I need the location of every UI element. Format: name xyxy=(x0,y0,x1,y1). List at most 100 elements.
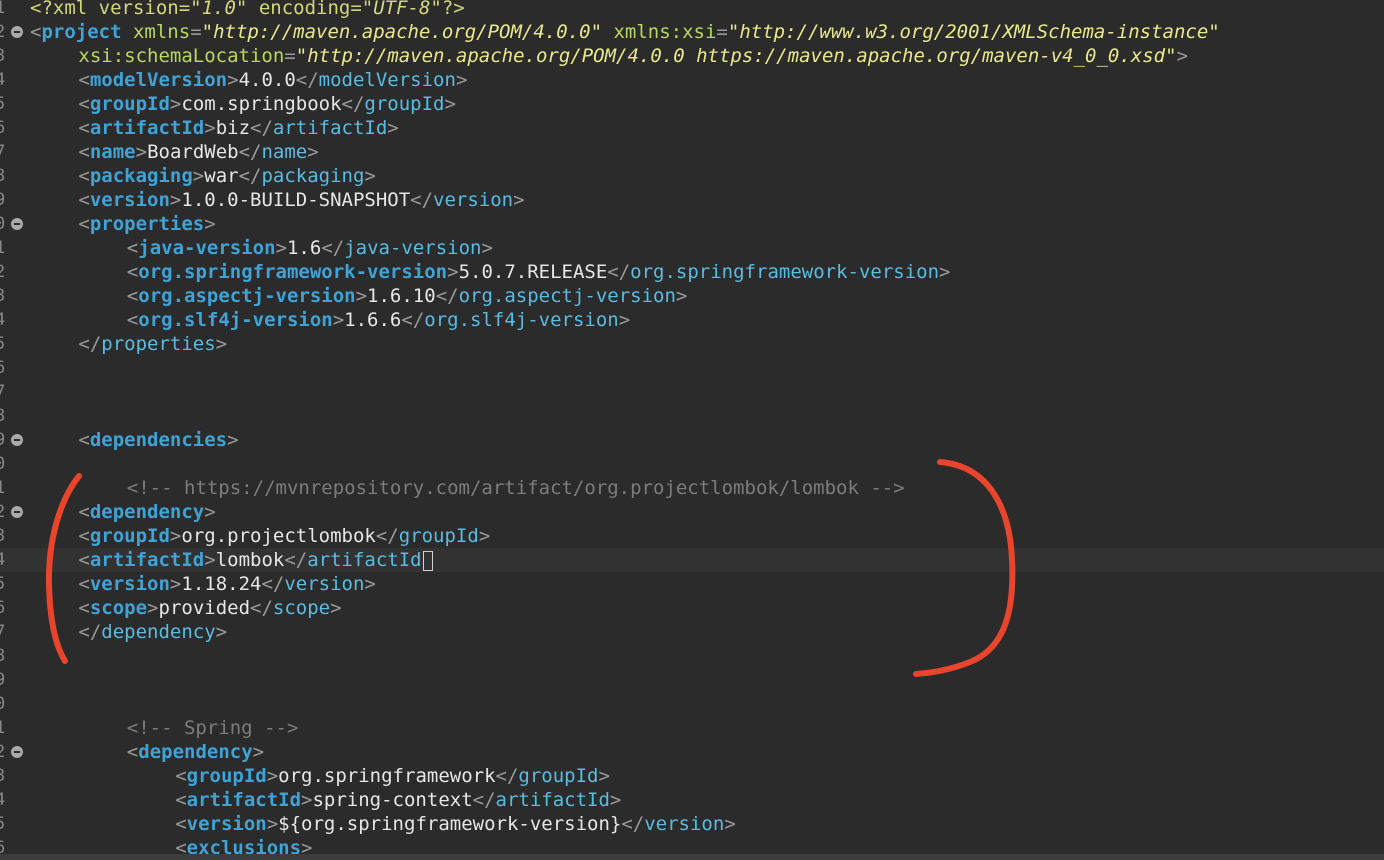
code-line[interactable]: 5 </properties> xyxy=(0,332,1384,356)
code-line[interactable]: 3 <groupId>org.projectlombok</groupId> xyxy=(0,524,1384,548)
tag-name: dependency xyxy=(89,501,205,523)
code-text: <version>${org.springframework-version}<… xyxy=(175,812,736,836)
code-line[interactable]: 1 <?xml version="1.0" encoding="UTF-8"?> xyxy=(0,0,1384,20)
code-line[interactable]: 1 <!-- https://mvnrepository.com/artifact… xyxy=(0,476,1384,500)
code-text: <scope>provided</scope> xyxy=(78,596,341,620)
bracket: > xyxy=(204,549,216,571)
code-line[interactable]: 3 <groupId>org.springframework</groupId> xyxy=(0,764,1384,788)
closing-tag-name: org.springframework-version xyxy=(630,261,940,283)
bracket: </ xyxy=(238,165,262,187)
text-cursor xyxy=(422,550,433,571)
attribute-value: "1.0" xyxy=(190,0,248,19)
closing-tag-name: dependency xyxy=(101,621,216,643)
tag-name: org.aspectj-version xyxy=(138,285,356,307)
code-text: <version>1.18.24</version> xyxy=(78,572,375,596)
fold-toggle-icon[interactable] xyxy=(11,506,23,518)
code-line[interactable]: 5 <groupId>com.springbook</groupId> xyxy=(0,92,1384,116)
code-line[interactable]: 7 </dependency> xyxy=(0,620,1384,644)
code-text: <groupId>org.projectlombok</groupId> xyxy=(78,524,490,548)
tag-name: project xyxy=(41,21,122,43)
bracket: > xyxy=(478,525,491,547)
bracket: > xyxy=(266,765,279,787)
bracket: > xyxy=(618,309,631,331)
code-line[interactable]: 1 <java-version>1.6</java-version> xyxy=(0,236,1384,260)
code-line[interactable]: 7 xyxy=(0,380,1384,404)
line-number: 9 xyxy=(0,670,6,690)
code-line[interactable]: 8 xyxy=(0,644,1384,668)
fold-toggle-icon[interactable] xyxy=(11,434,23,446)
code-line[interactable]: 4 <org.slf4j-version>1.6.6</org.slf4j-ver… xyxy=(0,308,1384,332)
bracket: </ xyxy=(375,525,399,547)
code-line[interactable]: 2 <org.springframework-version>5.0.7.RELE… xyxy=(0,260,1384,284)
code-line[interactable]: 8 xyxy=(0,404,1384,428)
xml-code-editor[interactable]: 1 <?xml version="1.0" encoding="UTF-8"?> 2… xyxy=(0,0,1384,860)
bracket: > xyxy=(215,333,228,355)
bracket: < xyxy=(78,189,90,211)
element-text: BoardWeb xyxy=(147,141,239,163)
line-number: 2 xyxy=(0,22,6,42)
code-line[interactable]: 2 <dependency> xyxy=(0,500,1384,524)
code-line[interactable]: 4 <artifactId>lombok</artifactId xyxy=(0,548,1384,572)
code-line[interactable]: 0 xyxy=(0,692,1384,716)
bracket: </ xyxy=(607,261,631,283)
code-line[interactable]: 9 xyxy=(0,668,1384,692)
code-text: <?xml version="1.0" encoding="UTF-8"?> xyxy=(30,0,465,20)
code-line[interactable]: 3 xsi:schemaLocation="http://maven.apache… xyxy=(0,44,1384,68)
element-text: lombok xyxy=(215,549,285,571)
horizontal-scrollbar[interactable] xyxy=(0,854,1384,860)
closing-tag-name: artifactId xyxy=(307,549,422,571)
bracket: > xyxy=(481,237,493,259)
line-number: 5 xyxy=(0,814,6,834)
code-line[interactable]: 0 xyxy=(0,452,1384,476)
bracket: > xyxy=(513,189,525,211)
code-line[interactable]: 3 <org.aspectj-version>1.6.10</org.aspect… xyxy=(0,284,1384,308)
fold-toggle-icon[interactable] xyxy=(11,218,23,230)
code-line[interactable]: 5 <version>1.18.24</version> xyxy=(0,572,1384,596)
element-text: spring-context xyxy=(312,789,473,811)
fold-toggle-icon[interactable] xyxy=(11,746,23,758)
bracket: > xyxy=(444,93,456,115)
bracket: > xyxy=(332,309,345,331)
code-text: <dependencies> xyxy=(78,428,238,452)
bracket: < xyxy=(126,237,139,259)
tag-name: version xyxy=(89,189,170,211)
code-line[interactable]: 9 <dependencies> xyxy=(0,428,1384,452)
code-line[interactable]: 0 <properties> xyxy=(0,212,1384,236)
element-text: 1.6 xyxy=(286,237,322,259)
bracket: </ xyxy=(435,285,459,307)
code-line[interactable]: 6 <artifactId>biz</artifactId> xyxy=(0,116,1384,140)
bracket: > xyxy=(455,69,468,91)
code-line[interactable]: 4 <modelVersion>4.0.0</modelVersion> xyxy=(0,68,1384,92)
code-line[interactable]: 6 <scope>provided</scope> xyxy=(0,596,1384,620)
code-line[interactable]: 9 <version>1.0.0-BUILD-SNAPSHOT</version> xyxy=(0,188,1384,212)
line-number: 6 xyxy=(0,598,6,618)
code-line[interactable]: 5 <version>${org.springframework-version}… xyxy=(0,812,1384,836)
code-line[interactable]: 2 <dependency> xyxy=(0,740,1384,764)
code-line[interactable]: 7 <name>BoardWeb</name> xyxy=(0,140,1384,164)
bracket: < xyxy=(78,117,90,139)
code-line[interactable]: 8 <packaging>war</packaging> xyxy=(0,164,1384,188)
element-text: ${org.springframework-version} xyxy=(278,813,622,835)
line-number: 3 xyxy=(0,286,6,306)
bracket: < xyxy=(78,93,90,115)
bracket: > xyxy=(355,285,368,307)
code-line[interactable]: 2 <project xmlns="http://maven.apache.org… xyxy=(0,20,1384,44)
code-line[interactable]: 4 <artifactId>spring-context</artifactId> xyxy=(0,788,1384,812)
line-number: 9 xyxy=(0,430,6,450)
line-number: 8 xyxy=(0,406,6,426)
code-text: <modelVersion>4.0.0</modelVersion> xyxy=(78,68,467,92)
bracket: > xyxy=(364,165,376,187)
bracket: > xyxy=(307,141,319,163)
bracket: > xyxy=(275,237,287,259)
code-line[interactable]: 1 <!-- Spring --> xyxy=(0,716,1384,740)
element-text: org.springframework xyxy=(278,765,496,787)
xml-declaration: <?xml xyxy=(30,0,99,19)
tag-name: java-version xyxy=(138,237,276,259)
code-line[interactable]: 6 xyxy=(0,356,1384,380)
element-text: 1.6.10 xyxy=(367,285,436,307)
fold-toggle-icon[interactable] xyxy=(11,26,23,38)
line-number: 2 xyxy=(0,742,6,762)
bracket: < xyxy=(78,429,90,451)
tag-name: packaging xyxy=(89,165,193,187)
code-text: <java-version>1.6</java-version> xyxy=(127,236,493,260)
